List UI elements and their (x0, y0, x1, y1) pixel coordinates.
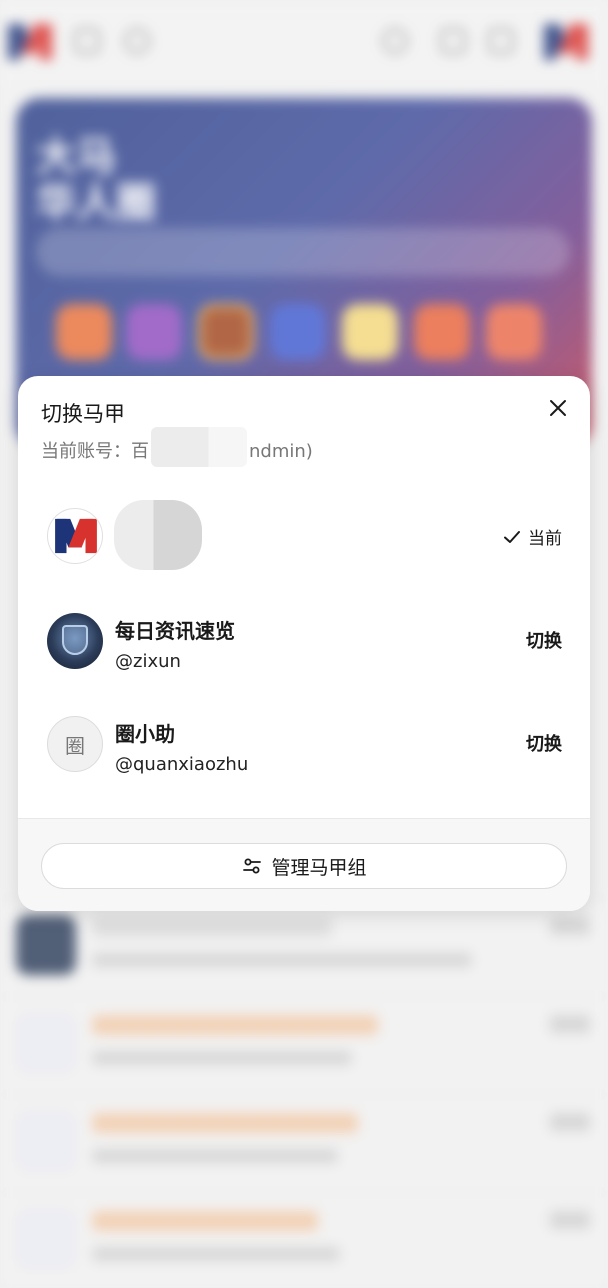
logo-icon (53, 515, 99, 557)
account-row-quanxiaozhu[interactable]: 圈 圈小助 @quanxiaozhu 切换 (18, 696, 590, 792)
redacted-mask (151, 427, 247, 467)
account-avatar: 圈 (47, 716, 103, 772)
account-row-current[interactable]: 当前 (18, 488, 590, 584)
account-name: 圈小助 (115, 722, 175, 746)
current-badge-label: 当前 (528, 529, 562, 549)
switch-button[interactable]: 切换 (526, 730, 562, 756)
current-badge: 当前 (502, 524, 562, 549)
current-account-label: 当前账号： (41, 441, 131, 462)
check-icon (504, 530, 520, 543)
current-account-line: 当前账号：百 ndmin) (41, 427, 313, 467)
account-handle: @zixun (115, 651, 181, 672)
account-handle: @quanxiaozhu (115, 754, 249, 775)
account-avatar (47, 508, 103, 564)
switch-button[interactable]: 切换 (526, 627, 562, 653)
account-avatar (47, 613, 103, 669)
dialog-footer: 管理马甲组 (18, 818, 590, 911)
manage-group-button[interactable]: 管理马甲组 (41, 843, 567, 889)
current-account-prefix: 百 (131, 441, 149, 462)
account-row-zixun[interactable]: 每日资讯速览 @zixun 切换 (18, 593, 590, 689)
shield-icon (62, 625, 88, 655)
close-button[interactable] (544, 394, 572, 422)
redacted-mask (114, 500, 202, 570)
close-icon (550, 400, 566, 416)
account-name: 每日资讯速览 (115, 619, 235, 643)
avatar-initial: 圈 (65, 733, 85, 758)
current-account-suffix: ndmin) (249, 441, 313, 462)
sliders-icon (243, 858, 262, 874)
dialog-title: 切换马甲 (41, 402, 125, 426)
manage-group-label: 管理马甲组 (271, 856, 367, 879)
switch-identity-dialog: 切换马甲 当前账号：百 ndmin) 当前 每日资讯速览 @zixun 切换 圈… (18, 376, 590, 911)
